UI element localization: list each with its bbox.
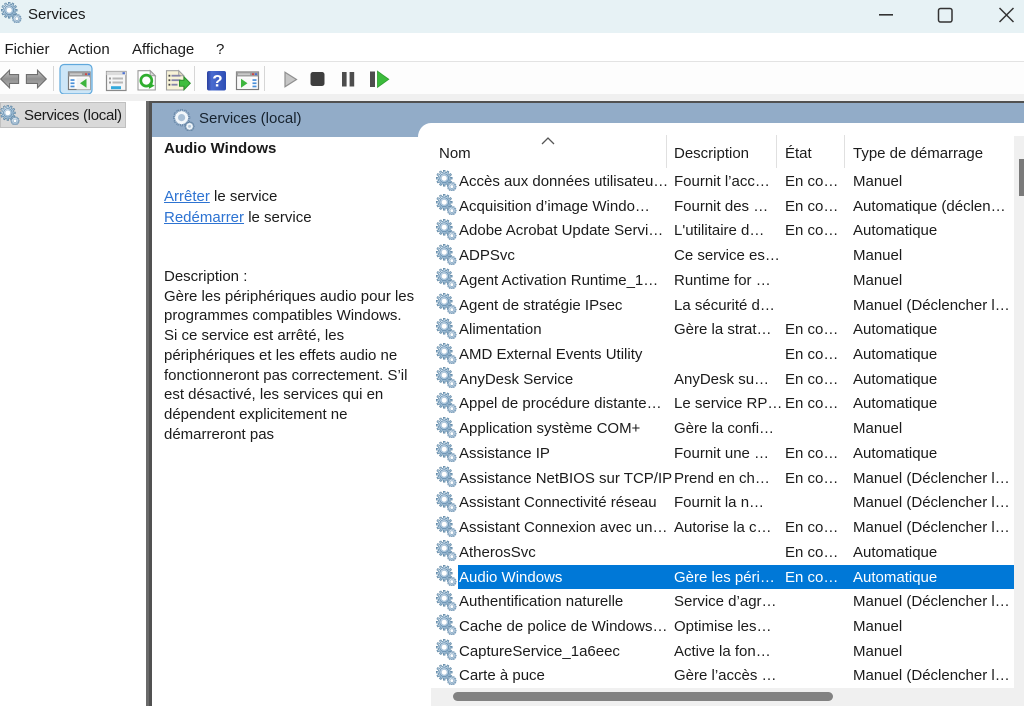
svg-text:?: ?: [212, 72, 222, 91]
